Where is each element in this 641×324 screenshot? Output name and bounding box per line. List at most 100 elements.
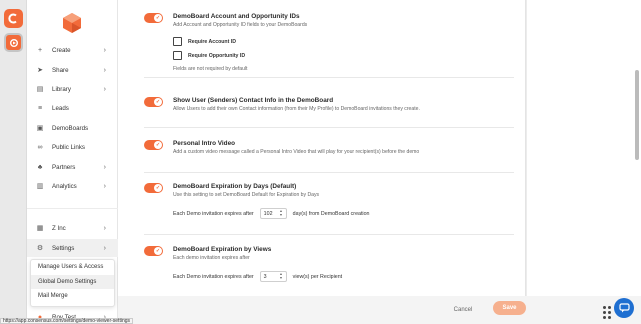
chevron-right-icon: › [103, 244, 106, 252]
app-rail [0, 0, 27, 324]
section-expire-views: ✓ DemoBoard Expiration by Views Each dem… [144, 246, 514, 296]
demo-app-icon[interactable] [4, 33, 23, 52]
scrollbar[interactable] [635, 70, 639, 160]
partners-icon: ♣ [37, 163, 43, 171]
filter-icon: ≡ [37, 104, 43, 112]
sidebar-item-label: Settings [52, 244, 75, 252]
right-panel [527, 0, 641, 296]
chevron-right-icon: › [103, 224, 106, 232]
sidebar-divider [27, 208, 118, 209]
chat-widget-button[interactable] [614, 298, 634, 318]
section-description: Use this setting to set DemoBoard Defaul… [173, 192, 320, 198]
section-expire-days: ✓ DemoBoard Expiration by Days (Default)… [144, 183, 514, 235]
section-description: Allow Users to add their own Contact inf… [173, 106, 420, 112]
section-description: Each demo invitation expires after [173, 255, 250, 261]
sidebar-item-label: Analytics [52, 182, 77, 190]
sidebar-item-create[interactable]: + Create › [27, 41, 118, 59]
section-title: DemoBoard Expiration by Views [173, 246, 272, 253]
check-icon: ✓ [154, 98, 162, 106]
sidebar-item-label: Leads [52, 104, 69, 112]
sidebar-item-label: Create [52, 46, 71, 54]
sidebar-item-analytics[interactable]: ▥ Analytics › [27, 177, 118, 195]
spinner-icon[interactable]: ▲ ▼ [279, 272, 282, 280]
submenu-item-manage-users[interactable]: Manage Users & Access [31, 260, 114, 275]
app-root: + Create › ➤ Share › ▤ Library › ≡ Leads… [0, 0, 641, 324]
require-account-id-checkbox[interactable] [173, 37, 182, 46]
checkbox-label: Require Opportunity ID [188, 52, 246, 59]
settings-content: ✓ DemoBoard Account and Opportunity IDs … [118, 0, 526, 296]
drag-handle-icon[interactable] [603, 306, 612, 319]
section-account-ids: ✓ DemoBoard Account and Opportunity IDs … [144, 13, 514, 78]
require-account-id-row[interactable]: Require Account ID [173, 37, 236, 46]
section-title: Personal Intro Video [173, 140, 236, 147]
expire-days-prefix: Each Demo invitation expires after [173, 210, 254, 217]
expire-views-prefix: Each Demo invitation expires after [173, 273, 254, 280]
gear-icon: ⚙ [36, 245, 44, 252]
sidebar-item-public-links[interactable]: ∞ Public Links [27, 138, 118, 156]
toggle-expire-days[interactable]: ✓ [144, 183, 163, 193]
sidebar-item-share[interactable]: ➤ Share › [27, 61, 118, 79]
section-intro-video: ✓ Personal Intro Video Add a custom vide… [144, 140, 514, 173]
expire-views-value: 3 [263, 273, 267, 280]
check-icon: ✓ [154, 247, 162, 255]
sidebar-item-label: Z Inc [52, 224, 66, 232]
toggle-expire-views[interactable]: ✓ [144, 246, 163, 256]
section-description: Add a custom video message called a Pers… [173, 149, 420, 155]
sidebar-item-organization[interactable]: ▦ Z Inc › [27, 219, 118, 237]
consensus-app-icon[interactable] [4, 9, 23, 28]
section-note: Fields are not required by default [173, 66, 248, 72]
require-opportunity-id-row[interactable]: Require Opportunity ID [173, 51, 245, 60]
building-icon: ▦ [36, 225, 44, 232]
sidebar-item-leads[interactable]: ≡ Leads [27, 99, 118, 117]
sidebar-item-label: DemoBoards [52, 124, 89, 132]
check-icon: ✓ [154, 141, 162, 149]
section-title: DemoBoard Expiration by Days (Default) [173, 183, 297, 190]
require-opportunity-id-checkbox[interactable] [173, 51, 182, 60]
settings-submenu: Manage Users & Access Global Demo Settin… [30, 259, 115, 307]
sidebar-item-label: Partners [52, 163, 76, 171]
check-icon: ✓ [154, 184, 162, 192]
chevron-right-icon: › [103, 46, 106, 54]
toggle-account-ids[interactable]: ✓ [144, 13, 163, 23]
checkbox-label: Require Account ID [188, 38, 236, 45]
section-description: Add Account and Opportunity ID fields to… [173, 22, 308, 28]
sidebar-item-label: Library [52, 85, 71, 93]
section-title: Show User (Senders) Contact Info in the … [173, 97, 334, 104]
expire-days-value: 102 [263, 210, 273, 217]
toggle-contact-info[interactable]: ✓ [144, 97, 163, 107]
cancel-button[interactable]: Cancel [449, 303, 477, 316]
toggle-intro-video[interactable]: ✓ [144, 140, 163, 150]
expire-views-input[interactable]: 3 ▲ ▼ [259, 271, 287, 282]
chat-icon [618, 303, 630, 313]
sidebar-item-partners[interactable]: ♣ Partners › [27, 158, 118, 176]
plus-icon: + [37, 46, 43, 54]
analytics-icon: ▥ [36, 183, 44, 190]
chevron-right-icon: › [103, 66, 106, 74]
check-icon: ✓ [154, 14, 162, 22]
sidebar-item-library[interactable]: ▤ Library › [27, 80, 118, 98]
expire-days-input[interactable]: 102 ▲ ▼ [259, 208, 287, 219]
send-icon: ➤ [37, 67, 43, 74]
sidebar-item-label: Share [52, 66, 69, 74]
submenu-item-global-demo-settings[interactable]: Global Demo Settings [31, 274, 114, 289]
submenu-item-mail-merge[interactable]: Mail Merge [31, 289, 114, 304]
chevron-right-icon: › [103, 85, 106, 93]
footer-bar: Cancel Save [118, 296, 641, 324]
expire-views-row: Each Demo invitation expires after 3 ▲ ▼ … [173, 271, 342, 282]
chevron-right-icon: › [103, 163, 106, 171]
sidebar-item-label: Public Links [52, 143, 86, 151]
sidebar-item-settings[interactable]: ⚙ Settings › [27, 239, 118, 257]
link-icon: ∞ [37, 143, 43, 151]
chevron-right-icon: › [103, 182, 106, 190]
consensus-logo[interactable] [61, 12, 83, 34]
section-contact-info: ✓ Show User (Senders) Contact Info in th… [144, 97, 514, 128]
expire-views-suffix: view(s) per Recipient [292, 273, 343, 280]
board-icon: ▣ [36, 125, 44, 132]
library-icon: ▤ [36, 86, 44, 93]
section-title: DemoBoard Account and Opportunity IDs [173, 13, 300, 20]
spinner-icon[interactable]: ▲ ▼ [279, 209, 282, 217]
expire-days-row: Each Demo invitation expires after 102 ▲… [173, 208, 370, 219]
expire-days-suffix: day(s) from DemoBoard creation [292, 210, 370, 217]
save-button[interactable]: Save [493, 301, 526, 315]
sidebar-item-demoboards[interactable]: ▣ DemoBoards [27, 119, 118, 137]
